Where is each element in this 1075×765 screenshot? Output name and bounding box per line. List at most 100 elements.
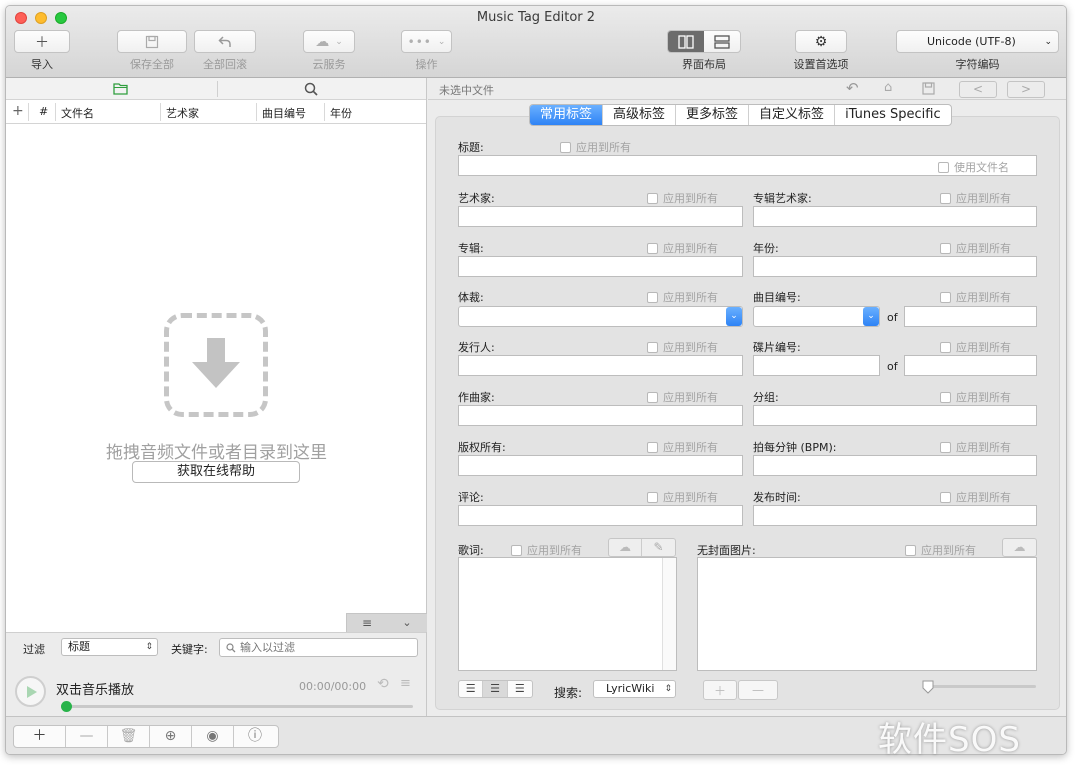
lyrics-apply-all[interactable]: 应用到所有 [511, 542, 582, 558]
remove-file-button[interactable]: — [66, 726, 108, 747]
track-total-field[interactable] [904, 306, 1037, 327]
preferences-button[interactable]: ⚙ [795, 30, 847, 53]
layout-columns-button[interactable] [668, 31, 704, 52]
filter-lines-icon[interactable]: ≡ [347, 614, 387, 632]
tab-common[interactable]: 常用标签 [530, 105, 604, 125]
chevron-down-icon[interactable]: ⌄ [863, 307, 879, 326]
add-cover-button[interactable]: ＋ [703, 680, 737, 700]
column-number[interactable]: # [39, 105, 48, 118]
cloud-download-icon[interactable]: ☁ [609, 539, 643, 556]
year-apply-all[interactable]: 应用到所有 [940, 240, 1011, 256]
album-artist-field[interactable] [753, 206, 1037, 227]
filter-field-select[interactable]: 标题 ⇕ [61, 638, 158, 656]
checkbox[interactable] [940, 341, 951, 353]
tab-advanced[interactable]: 高级标签 [603, 105, 677, 125]
checkbox[interactable] [905, 544, 916, 556]
pencil-icon[interactable]: ✎ [642, 539, 675, 556]
player-progress-track[interactable] [61, 701, 413, 712]
cloud-service-button[interactable]: ☁ ⌄ [303, 30, 355, 53]
keyword-search-field[interactable] [219, 638, 418, 657]
disc-total-field[interactable] [904, 355, 1037, 376]
checkbox[interactable] [938, 161, 949, 173]
artist-field[interactable] [458, 206, 743, 227]
save-all-button[interactable] [117, 30, 187, 53]
lyrics-scrollbar[interactable] [662, 558, 676, 670]
add-file-button[interactable]: ＋ [14, 726, 66, 747]
use-filename-option[interactable]: 使用文件名 [938, 159, 1009, 175]
stamp-icon[interactable]: ⌂ [884, 80, 892, 95]
genre-apply-all[interactable]: 应用到所有 [647, 289, 718, 305]
lyrics-source-select[interactable]: LyricWiki ⇕ [593, 680, 676, 698]
align-center-icon[interactable]: ☰ [483, 681, 508, 697]
cover-image-area[interactable] [697, 557, 1037, 671]
cover-download-button[interactable]: ☁ [1002, 538, 1037, 557]
album-artist-apply-all[interactable]: 应用到所有 [940, 190, 1011, 206]
info-button[interactable]: ⓘ [234, 726, 276, 747]
remove-cover-button[interactable]: — [738, 680, 778, 700]
next-file-button[interactable]: > [1007, 81, 1045, 98]
disc-field[interactable] [753, 355, 880, 376]
layout-toggle[interactable] [667, 30, 741, 53]
disc-apply-all[interactable]: 应用到所有 [940, 339, 1011, 355]
slider-knob[interactable] [922, 680, 934, 694]
copyright-apply-all[interactable]: 应用到所有 [647, 439, 718, 455]
album-field[interactable] [458, 256, 743, 277]
bpm-apply-all[interactable]: 应用到所有 [940, 439, 1011, 455]
drop-zone[interactable] [164, 313, 268, 417]
chevron-down-icon[interactable]: ⌄ [726, 307, 742, 326]
tab-more[interactable]: 更多标签 [676, 105, 750, 125]
layout-rows-button[interactable] [704, 31, 740, 52]
preview-button[interactable]: ◉ [192, 726, 234, 747]
undo-icon[interactable]: ↶ [846, 79, 859, 97]
album-apply-all[interactable]: 应用到所有 [647, 240, 718, 256]
title-apply-all[interactable]: 应用到所有 [560, 139, 631, 155]
tab-custom[interactable]: 自定义标签 [749, 105, 836, 125]
publisher-apply-all[interactable]: 应用到所有 [647, 339, 718, 355]
column-filename[interactable]: 文件名 [61, 105, 94, 121]
align-right-icon[interactable]: ☰ [508, 681, 532, 697]
comment-apply-all[interactable]: 应用到所有 [647, 489, 718, 505]
trash-button[interactable]: 🗑 [108, 726, 150, 747]
checkbox[interactable] [647, 441, 658, 453]
checkbox[interactable] [940, 242, 951, 254]
save-icon[interactable] [922, 82, 935, 95]
comment-field[interactable] [458, 505, 743, 526]
player-progress-knob[interactable] [61, 701, 72, 712]
actions-button[interactable]: ••• ⌄ [401, 30, 452, 53]
column-artist[interactable]: 艺术家 [166, 105, 199, 121]
folder-icon[interactable] [113, 82, 128, 95]
keyword-input[interactable] [240, 640, 410, 655]
checkbox[interactable] [647, 242, 658, 254]
artist-apply-all[interactable]: 应用到所有 [647, 190, 718, 206]
copyright-field[interactable] [458, 455, 743, 476]
checkbox[interactable] [647, 341, 658, 353]
lyrics-textarea[interactable] [458, 557, 677, 671]
release-time-apply-all[interactable]: 应用到所有 [940, 489, 1011, 505]
checkbox[interactable] [560, 141, 571, 153]
search-icon[interactable] [304, 82, 318, 96]
composer-apply-all[interactable]: 应用到所有 [647, 389, 718, 405]
year-field[interactable] [753, 256, 1037, 277]
reveal-button[interactable]: ⊕ [150, 726, 192, 747]
previous-file-button[interactable]: < [959, 81, 997, 98]
publisher-field[interactable] [458, 355, 743, 376]
track-apply-all[interactable]: 应用到所有 [940, 289, 1011, 305]
grouping-field[interactable] [753, 405, 1037, 426]
checkbox[interactable] [647, 391, 658, 403]
checkbox[interactable] [647, 291, 658, 303]
tab-itunes[interactable]: iTunes Specific [835, 105, 951, 125]
column-year[interactable]: 年份 [330, 105, 352, 121]
cover-apply-all[interactable]: 应用到所有 [905, 542, 976, 558]
checkbox[interactable] [940, 491, 951, 503]
checkbox[interactable] [940, 391, 951, 403]
cover-size-slider[interactable] [922, 680, 1036, 694]
checkbox[interactable] [940, 192, 951, 204]
play-button[interactable] [15, 676, 46, 707]
playlist-icon[interactable]: ≡ [400, 676, 411, 691]
title-field[interactable]: 使用文件名 [458, 155, 1037, 176]
online-help-button[interactable]: 获取在线帮助 [132, 461, 300, 483]
revert-all-button[interactable] [194, 30, 256, 53]
grouping-apply-all[interactable]: 应用到所有 [940, 389, 1011, 405]
checkbox[interactable] [940, 441, 951, 453]
encoding-select[interactable]: Unicode (UTF-8) ⌄ [896, 30, 1059, 53]
